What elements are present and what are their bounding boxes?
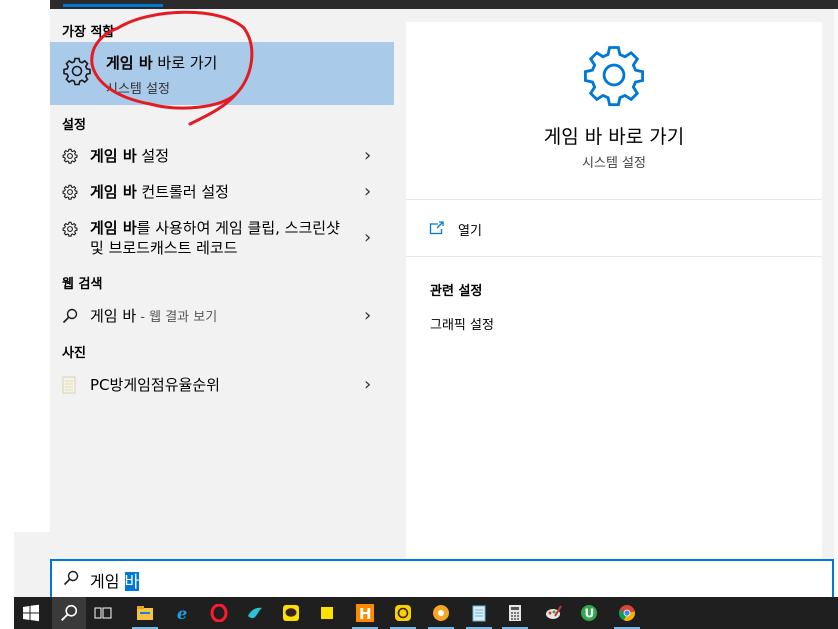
internet-explorer-icon[interactable]: e <box>166 597 200 629</box>
file-thumbnail-icon <box>62 376 76 398</box>
settings-item-label: 게임 바를 사용하여 게임 클립, 스크린샷 및 브로드캐스트 레코드 <box>90 219 340 257</box>
section-settings: 설정 <box>62 118 86 133</box>
settings-item-game-bar-record[interactable]: 게임 바를 사용하여 게임 클립, 스크린샷 및 브로드캐스트 레코드 › <box>50 216 394 262</box>
chevron-right-icon: › <box>364 227 372 248</box>
photo-item-label: PC방게임점유율순위 <box>90 376 220 394</box>
settings-item-label: 게임 바 컨트롤러 설정 <box>90 183 229 201</box>
search-icon <box>62 308 78 328</box>
best-match-item[interactable]: 게임 바 바로 가기 시스템 설정 <box>50 42 394 105</box>
web-search-item[interactable]: 게임 바 - 웹 결과 보기 › <box>50 304 394 330</box>
taskbar: e H U <box>14 597 838 629</box>
file-explorer-icon[interactable] <box>128 597 162 629</box>
related-settings-header: 관련 설정 <box>430 284 483 299</box>
kakaotalk-icon[interactable] <box>274 597 308 629</box>
section-best-match: 가장 적합 <box>62 25 115 40</box>
chevron-right-icon: › <box>364 305 372 326</box>
related-link-graphics[interactable]: 그래픽 설정 <box>430 314 494 333</box>
active-tab-indicator <box>63 4 163 7</box>
svg-text:H: H <box>359 605 372 622</box>
gear-icon <box>62 184 78 204</box>
divider <box>406 199 822 200</box>
search-results-panel: 가장 적합 게임 바 바로 가기 시스템 설정 설정 게임 바 설정 › 게임 … <box>50 9 834 559</box>
best-match-title: 게임 바 바로 가기 <box>106 54 218 72</box>
background-window-edge <box>834 9 838 559</box>
detail-pane: 게임 바 바로 가기 시스템 설정 열기 관련 설정 그래픽 설정 <box>406 22 822 559</box>
windows-start-icon[interactable] <box>14 597 48 629</box>
open-link[interactable]: 열기 <box>458 220 482 239</box>
web-search-label: 게임 바 - 웹 결과 보기 <box>90 307 218 325</box>
gear-icon <box>581 42 647 112</box>
section-web-search: 웹 검색 <box>62 277 103 292</box>
detail-title: 게임 바 바로 가기 <box>543 126 685 148</box>
results-list: 가장 적합 게임 바 바로 가기 시스템 설정 설정 게임 바 설정 › 게임 … <box>50 9 394 559</box>
svg-text:U: U <box>585 607 595 621</box>
search-input[interactable]: 게임 바 <box>90 568 140 592</box>
section-photos: 사진 <box>62 346 86 361</box>
best-match-subtitle: 시스템 설정 <box>106 82 170 97</box>
sticky-note-icon[interactable] <box>310 597 344 629</box>
window-top-bar <box>50 0 838 9</box>
settings-item-game-bar[interactable]: 게임 바 설정 › <box>50 144 394 170</box>
utorrent-icon[interactable]: U <box>572 597 606 629</box>
settings-item-game-bar-controller[interactable]: 게임 바 컨트롤러 설정 › <box>50 180 394 206</box>
search-box[interactable]: 게임 바 <box>50 559 834 599</box>
svg-text:e: e <box>177 604 187 622</box>
gear-icon <box>62 56 92 90</box>
notepad-icon[interactable] <box>462 597 496 629</box>
chrome-icon[interactable] <box>610 597 644 629</box>
task-view-icon[interactable] <box>86 597 120 629</box>
opera-icon[interactable] <box>202 597 236 629</box>
paint-icon[interactable] <box>536 597 570 629</box>
gear-icon <box>62 148 78 168</box>
settings-item-label: 게임 바 설정 <box>90 147 169 165</box>
chevron-right-icon: › <box>364 181 372 202</box>
search-icon <box>63 570 79 590</box>
open-external-icon[interactable] <box>429 220 445 239</box>
bird-app-icon[interactable] <box>238 597 272 629</box>
chrome-orange-icon[interactable] <box>424 597 458 629</box>
gear-icon <box>62 221 78 241</box>
selected-text: 바 <box>124 572 140 591</box>
kakaotalk-alt-icon[interactable] <box>386 597 420 629</box>
search-icon[interactable] <box>52 597 86 629</box>
divider <box>406 256 822 257</box>
desktop-background <box>14 532 50 597</box>
calculator-icon[interactable] <box>498 597 532 629</box>
photo-item[interactable]: PC방게임점유율순위 › <box>50 373 394 399</box>
chevron-right-icon: › <box>364 374 372 395</box>
detail-subtitle: 시스템 설정 <box>582 156 646 171</box>
hangul-word-icon[interactable]: H <box>348 597 382 629</box>
chevron-right-icon: › <box>364 145 372 166</box>
